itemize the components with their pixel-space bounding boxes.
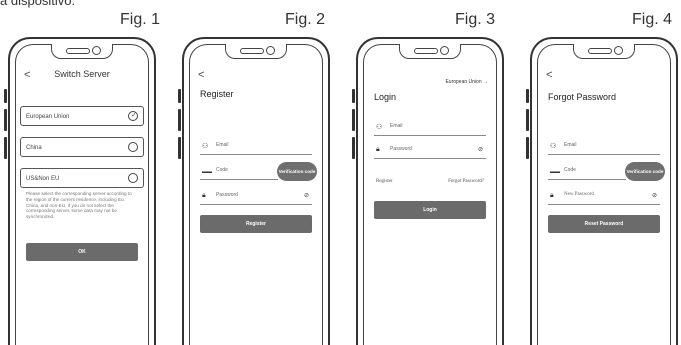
option-label: US&Non EU <box>26 176 60 182</box>
new-password-placeholder: New Password <box>564 192 594 197</box>
login-button[interactable]: Login <box>374 201 486 219</box>
camera <box>266 46 275 55</box>
option-label: European Union <box>26 114 70 120</box>
code-field[interactable]: ▬▬ Code <box>200 165 278 180</box>
eye-off-icon[interactable]: ⊘ <box>304 192 309 199</box>
email-field[interactable]: ⚇ Email <box>548 140 660 155</box>
forgot-password-link[interactable]: Forgot Password? <box>448 179 484 184</box>
notch <box>573 44 635 59</box>
side-button <box>4 137 7 159</box>
user-icon: ⚇ <box>376 124 383 131</box>
side-button <box>4 89 7 103</box>
camera <box>92 46 101 55</box>
page-title: Login <box>374 92 397 102</box>
lock-icon: 🔒︎ <box>202 192 206 199</box>
phone-register: < Register ⚇ Email ▬▬ Code Verification … <box>178 37 330 345</box>
speaker <box>588 48 612 54</box>
camera <box>440 46 449 55</box>
side-button <box>178 89 181 103</box>
check-icon: ✓ <box>131 112 137 119</box>
email-field[interactable]: ⚇ Email <box>374 121 486 136</box>
email-placeholder: Email <box>390 123 403 129</box>
user-icon: ⚇ <box>202 143 209 150</box>
email-placeholder: Email <box>216 142 229 148</box>
side-button <box>526 109 529 131</box>
figure-label-3: Fig. 3 <box>455 11 496 28</box>
side-button <box>352 109 355 131</box>
figure-label-4: Fig. 4 <box>632 11 673 28</box>
notch <box>399 44 461 59</box>
screen: < Forgot Password ⚇ Email ▬▬ Code Verifi… <box>537 44 671 345</box>
register-button[interactable]: Register <box>200 215 312 233</box>
side-button <box>526 89 529 103</box>
side-button <box>178 137 181 159</box>
ok-button[interactable]: OK <box>26 243 138 261</box>
side-button <box>352 89 355 103</box>
caption-text: a dispositivo. <box>0 0 76 8</box>
page-title: Register <box>200 89 234 99</box>
side-button <box>352 137 355 159</box>
lock-icon: 🔒︎ <box>550 192 554 199</box>
server-option-china[interactable]: China <box>20 137 144 157</box>
side-button <box>178 109 181 131</box>
radio-selected[interactable]: ✓ <box>128 111 138 121</box>
server-option-us-non-eu[interactable]: US&Non EU <box>20 168 144 188</box>
figure-label-1: Fig. 1 <box>120 11 161 28</box>
eye-off-icon[interactable]: ⊘ <box>478 146 483 153</box>
side-button <box>526 137 529 159</box>
register-link[interactable]: Register <box>376 179 393 184</box>
screen: European Union → Login ⚇ Email 🔒︎ Passwo… <box>363 44 497 345</box>
code-placeholder: Code <box>216 167 228 173</box>
side-button <box>4 109 7 131</box>
page-title: Switch Server <box>54 69 110 79</box>
screen: < Register ⚇ Email ▬▬ Code Verification … <box>189 44 323 345</box>
code-field[interactable]: ▬▬ Code <box>548 165 626 180</box>
password-field[interactable]: 🔒︎ Password ⊘ <box>200 190 312 205</box>
password-placeholder: Password <box>390 146 412 152</box>
speaker <box>66 48 90 54</box>
user-icon: ⚇ <box>550 143 557 150</box>
code-icon: ▬▬ <box>202 169 212 175</box>
back-button[interactable]: < <box>546 69 552 81</box>
phone-forgot-password: < Forgot Password ⚇ Email ▬▬ Code Verifi… <box>526 37 678 345</box>
phone-switch-server: < Switch Server European Union ✓ China U… <box>4 37 156 345</box>
arrow-right-icon: → <box>483 79 488 85</box>
region-label: European Union <box>445 79 482 85</box>
server-option-eu[interactable]: European Union ✓ <box>20 106 144 126</box>
verification-code-button[interactable]: Verification code <box>277 162 317 181</box>
speaker <box>414 48 438 54</box>
reset-password-button[interactable]: Reset Password <box>548 215 660 233</box>
screen: < Switch Server European Union ✓ China U… <box>15 44 149 345</box>
camera <box>614 46 623 55</box>
figure-label-2: Fig. 2 <box>285 11 326 28</box>
code-icon: ▬▬ <box>550 169 560 175</box>
new-password-field[interactable]: 🔒︎ New Password ⊘ <box>548 190 660 205</box>
verification-code-button[interactable]: Verification code <box>625 162 665 181</box>
speaker <box>240 48 264 54</box>
notch <box>51 44 113 59</box>
back-button[interactable]: < <box>198 69 204 81</box>
phone-login: European Union → Login ⚇ Email 🔒︎ Passwo… <box>352 37 504 345</box>
notch <box>225 44 287 59</box>
eye-off-icon[interactable]: ⊘ <box>652 192 657 199</box>
email-field[interactable]: ⚇ Email <box>200 140 312 155</box>
email-placeholder: Email <box>564 142 577 148</box>
password-placeholder: Password <box>216 192 238 198</box>
option-label: China <box>26 145 42 151</box>
region-selector[interactable]: European Union → <box>445 79 488 85</box>
lock-icon: 🔒︎ <box>376 146 380 153</box>
server-notice: Please select the corresponding server a… <box>26 191 132 220</box>
password-field[interactable]: 🔒︎ Password ⊘ <box>374 144 486 159</box>
radio-unselected[interactable] <box>128 142 138 152</box>
code-placeholder: Code <box>564 167 576 173</box>
page-title: Forgot Password <box>548 92 617 102</box>
radio-unselected[interactable] <box>128 173 138 183</box>
